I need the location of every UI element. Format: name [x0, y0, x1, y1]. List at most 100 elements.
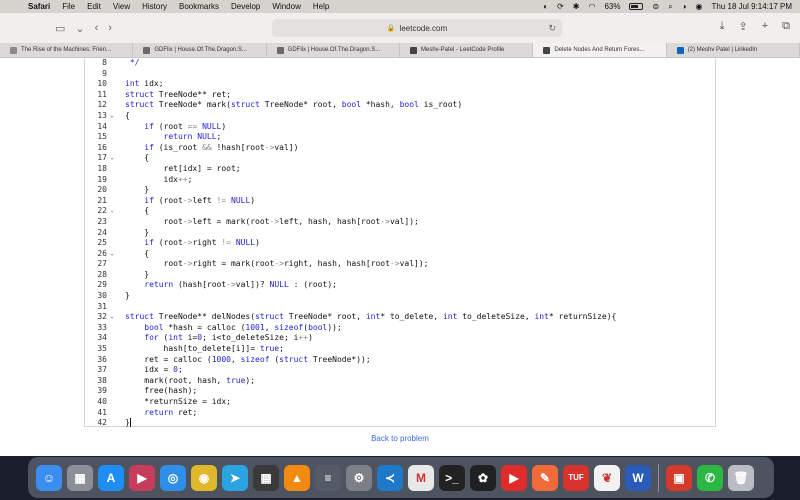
code-text[interactable]: free(hash); — [117, 386, 197, 397]
code-text[interactable]: struct TreeNode** ret; — [117, 90, 231, 101]
code-text[interactable]: if (root == NULL) — [117, 122, 226, 133]
clock[interactable]: Thu 18 Jul 9:14:17 PM — [712, 2, 793, 11]
headphones-icon[interactable]: ◠ — [588, 2, 595, 11]
code-text[interactable]: { — [117, 111, 130, 122]
code-line[interactable]: 41 return ret; — [85, 408, 715, 419]
presentation-icon[interactable]: ▣ — [666, 464, 692, 491]
finder-icon[interactable]: ☺ — [36, 464, 62, 491]
code-text[interactable]: *returnSize = idx; — [117, 397, 231, 408]
code-line[interactable]: 29 return (hash[root->val])? NULL : (roo… — [85, 280, 715, 291]
code-line[interactable]: 8 */ — [85, 58, 715, 69]
code-text[interactable]: struct TreeNode** delNodes(struct TreeNo… — [117, 312, 616, 323]
code-line[interactable]: 34 for (int i=0; i<to_deleteSize; i++) — [85, 333, 715, 344]
code-text[interactable]: } — [117, 270, 149, 281]
menu-bookmarks[interactable]: Bookmarks — [173, 2, 225, 11]
code-text[interactable]: root->left = mark(root->left, hash, hash… — [117, 217, 419, 228]
refresh-status-icon[interactable]: ⟳ — [557, 2, 564, 11]
code-line[interactable]: 24 } — [85, 228, 715, 239]
menu-file[interactable]: File — [56, 2, 81, 11]
fold-chevron-icon[interactable]: ⌄ — [107, 206, 117, 217]
tuf-icon[interactable]: TUF — [563, 464, 589, 491]
status-icon[interactable]: ◐ — [543, 2, 548, 11]
menu-safari[interactable]: Safari — [22, 2, 56, 11]
chevron-down-icon[interactable]: ⌄ — [75, 22, 84, 35]
code-line[interactable]: 21 if (root->left != NULL) — [85, 196, 715, 207]
code-line[interactable]: 18 ret[idx] = root; — [85, 164, 715, 175]
focus-icon[interactable]: ◑ — [682, 2, 687, 11]
code-line[interactable]: 27 root->right = mark(root->right, hash,… — [85, 259, 715, 270]
code-text[interactable]: hash[to_delete[i]]= true; — [117, 344, 284, 355]
code-line[interactable]: 13 ⌄{ — [85, 111, 715, 122]
telegram-icon[interactable]: ➤ — [222, 464, 248, 491]
code-text[interactable]: idx = 0; — [117, 365, 183, 376]
code-text[interactable]: { — [117, 249, 149, 260]
code-text[interactable] — [117, 69, 125, 80]
back-to-problem-link[interactable]: Back to problem — [0, 434, 800, 443]
fold-chevron-icon[interactable]: ⌄ — [107, 249, 117, 260]
code-text[interactable]: for (int i=0; i<to_deleteSize; i++) — [117, 333, 313, 344]
new-tab-icon[interactable]: + — [762, 20, 768, 33]
code-text[interactable]: return (hash[root->val])? NULL : (root); — [117, 280, 337, 291]
fold-chevron-icon[interactable]: ⌄ — [107, 153, 117, 164]
code-line[interactable]: 38 mark(root, hash, true); — [85, 376, 715, 387]
whatsapp-icon[interactable]: ✆ — [697, 464, 723, 491]
reload-icon[interactable]: ↻ — [548, 23, 556, 34]
code-text[interactable]: ret[idx] = root; — [117, 164, 241, 175]
code-line[interactable]: 19 idx++; — [85, 175, 715, 186]
code-text[interactable]: return NULL; — [117, 132, 222, 143]
browser-tab[interactable]: (2) Meshv Patel | LinkedIn — [667, 43, 800, 57]
menu-history[interactable]: History — [136, 2, 173, 11]
code-text[interactable]: idx++; — [117, 175, 193, 186]
code-editor[interactable]: 8 */9 10 int idx; 11 struct TreeNode** ret; 1… — [84, 58, 716, 429]
menu-help[interactable]: Help — [307, 2, 335, 11]
code-line[interactable]: 40 *returnSize = idx; — [85, 397, 715, 408]
code-text[interactable]: int idx; — [117, 79, 164, 90]
code-line[interactable]: 9 — [85, 69, 715, 80]
calculator-icon[interactable]: ▦ — [253, 464, 279, 491]
code-line[interactable]: 10 int idx; — [85, 79, 715, 90]
code-text[interactable]: } — [117, 291, 130, 302]
safari-icon[interactable]: ◎ — [160, 464, 186, 491]
code-line[interactable]: 11 struct TreeNode** ret; — [85, 90, 715, 101]
fold-chevron-icon[interactable]: ⌄ — [107, 312, 117, 323]
gmail-icon[interactable]: M — [408, 464, 434, 491]
code-line[interactable]: 42} — [85, 418, 715, 429]
browser-tab[interactable]: The Rise of the Machines: Frien... — [0, 43, 134, 57]
code-line[interactable]: 26 ⌄ { — [85, 249, 715, 260]
code-line[interactable]: 15 return NULL; — [85, 132, 715, 143]
code-text[interactable]: return ret; — [117, 408, 197, 419]
clips-icon[interactable]: ▶ — [129, 464, 155, 491]
back-arrow-icon[interactable]: ‹ — [95, 22, 99, 34]
browser-tab[interactable]: GDFlix | House.Of.The.Dragon.S... — [133, 43, 267, 57]
code-text[interactable] — [117, 302, 125, 313]
code-line[interactable]: 25 if (root->right != NULL) — [85, 238, 715, 249]
code-text[interactable]: mark(root, hash, true); — [117, 376, 255, 387]
word-icon[interactable]: W — [625, 464, 651, 491]
battery-icon[interactable] — [629, 3, 644, 10]
code-line[interactable]: 33 bool *hash = calloc (1001, sizeof(boo… — [85, 323, 715, 334]
code-line[interactable]: 22 ⌄ { — [85, 206, 715, 217]
tab-overview-icon[interactable]: ⧉ — [782, 20, 790, 33]
code-line[interactable]: 36 ret = calloc (1000, sizeof (struct Tr… — [85, 355, 715, 366]
code-text[interactable]: struct TreeNode* mark(struct TreeNode* r… — [117, 100, 462, 111]
code-line[interactable]: 39 free(hash); — [85, 386, 715, 397]
browser-tab[interactable]: Meshv-Patel - LeetCode Profile — [400, 43, 534, 57]
youtube-icon[interactable]: ▶ — [501, 464, 527, 491]
siri-icon[interactable]: ◉ — [696, 2, 703, 11]
code-line[interactable]: 32 ⌄ struct TreeNode** delNodes(struct Tre… — [85, 312, 715, 323]
code-line[interactable]: 23 root->left = mark(root->left, hash, h… — [85, 217, 715, 228]
code-text[interactable]: */ — [117, 58, 140, 69]
code-text[interactable]: } — [117, 418, 131, 429]
code-line[interactable]: 12 struct TreeNode* mark(struct TreeNode*… — [85, 100, 715, 111]
terminal-icon[interactable]: >_ — [439, 464, 465, 491]
scripts-icon[interactable]: ≡ — [315, 464, 341, 491]
code-text[interactable]: if (is_root && !hash[root->val]) — [117, 143, 298, 154]
code-line[interactable]: 37 idx = 0; — [85, 365, 715, 376]
menu-edit[interactable]: Edit — [81, 2, 107, 11]
chrome-icon[interactable]: ◉ — [191, 464, 217, 491]
fold-chevron-icon[interactable]: ⌄ — [107, 111, 117, 122]
code-text[interactable]: } — [117, 185, 149, 196]
bluetooth-icon[interactable]: ✱ — [573, 2, 580, 11]
code-line[interactable]: 16 if (is_root && !hash[root->val]) — [85, 143, 715, 154]
share-icon[interactable]: ⇪ — [738, 20, 747, 33]
